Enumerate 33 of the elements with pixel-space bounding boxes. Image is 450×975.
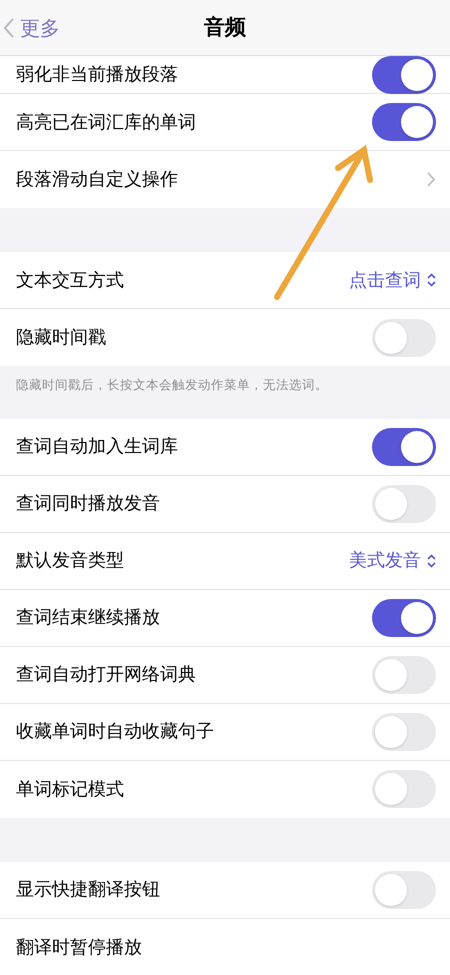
toggle-switch[interactable] (372, 870, 436, 909)
picker-button[interactable]: 点击查词 (349, 266, 436, 294)
toggle-switch[interactable] (372, 712, 436, 751)
setting-label: 翻译时暂停播放 (16, 936, 142, 960)
picker-button[interactable]: 美式发音 (349, 547, 436, 574)
toggle-switch[interactable] (372, 428, 436, 466)
setting-label: 查词结束继续播放 (16, 606, 160, 630)
toggle-switch[interactable] (372, 484, 436, 523)
setting-label: 隐藏时间戳 (16, 326, 106, 350)
setting-label: 弱化非当前播放段落 (16, 63, 178, 87)
toggle-switch[interactable] (372, 56, 436, 94)
up-down-chevron-icon (427, 273, 436, 287)
toggle-switch[interactable] (372, 103, 436, 141)
back-button[interactable]: 更多 (0, 12, 60, 42)
up-down-chevron-icon (427, 554, 436, 568)
setting-label: 查词自动打开网络词典 (16, 663, 196, 688)
page-title: 音频 (204, 14, 246, 41)
footer-note: 隐藏时间戳后，长按文本会触发动作菜单，无法选词。 (15, 376, 329, 394)
setting-label: 默认发音类型 (16, 549, 124, 574)
setting-label: 查词同时播放发音 (16, 492, 160, 516)
toggle-switch[interactable] (372, 598, 436, 637)
setting-label: 文本交互方式 (16, 268, 124, 292)
setting-label: 单词标记模式 (16, 778, 124, 802)
chevron-icon (427, 172, 436, 187)
setting-label: 显示快捷翻译按钮 (16, 878, 160, 902)
setting-label: 收藏单词时自动收藏句子 (16, 720, 214, 744)
setting-label: 查词自动加入生词库 (16, 435, 178, 460)
toggle-switch[interactable] (372, 318, 436, 356)
setting-label: 高亮已在词汇库的单词 (16, 110, 196, 134)
back-chevron-icon (4, 18, 14, 38)
toggle-switch[interactable] (372, 770, 436, 808)
setting-label: 段落滑动自定义操作 (16, 168, 178, 192)
toggle-switch[interactable] (372, 656, 436, 694)
